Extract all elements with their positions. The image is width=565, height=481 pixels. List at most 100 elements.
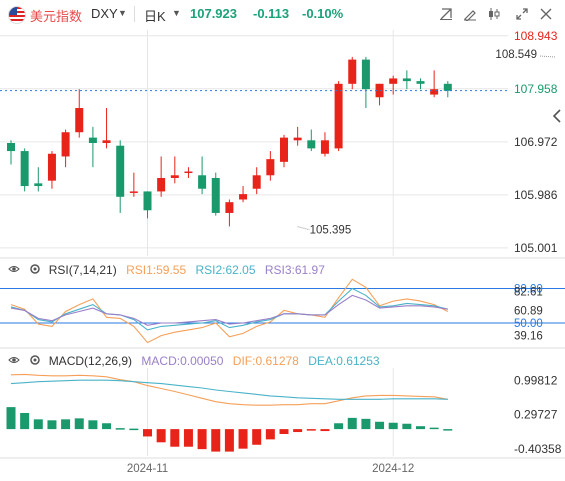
x-axis-label: 2024-12 xyxy=(372,463,414,475)
candle[interactable] xyxy=(170,175,179,178)
macd-bar xyxy=(6,407,16,430)
candle[interactable] xyxy=(129,191,138,193)
rsi2-label: RSI2:62.05 xyxy=(195,263,256,277)
dea-line xyxy=(10,379,448,400)
candle[interactable] xyxy=(334,83,343,149)
candle[interactable] xyxy=(225,202,234,213)
macd-bar xyxy=(416,426,425,430)
candle[interactable] xyxy=(34,183,43,187)
macd-bar xyxy=(347,417,357,430)
candle[interactable] xyxy=(211,177,220,213)
macd-bar xyxy=(429,427,439,430)
rsi1-label: RSI1:59.55 xyxy=(126,263,187,277)
candle[interactable] xyxy=(143,191,152,211)
candle[interactable] xyxy=(252,175,261,189)
candle[interactable] xyxy=(88,137,97,143)
candle[interactable] xyxy=(75,108,84,133)
macd-bar xyxy=(129,428,139,431)
rsi-axis-label: 39.16 xyxy=(514,330,543,342)
candle[interactable] xyxy=(47,153,56,181)
candle[interactable] xyxy=(430,89,439,95)
candle[interactable] xyxy=(102,140,111,143)
macd-legend: MACD(12,26,9) MACD:0.00050 DIF:0.61278 D… xyxy=(8,353,380,368)
candle[interactable] xyxy=(184,171,193,174)
macd-bar xyxy=(143,429,152,437)
dea-label: DEA:0.61253 xyxy=(308,354,380,368)
macd-bar xyxy=(224,429,234,452)
candle[interactable] xyxy=(402,78,411,82)
candle[interactable] xyxy=(20,151,29,187)
candle[interactable] xyxy=(348,59,357,84)
candle[interactable] xyxy=(198,175,207,189)
macd-bar xyxy=(102,423,112,430)
eye-icon[interactable] xyxy=(8,354,20,366)
candle[interactable] xyxy=(280,137,288,162)
macd-bar xyxy=(47,420,57,430)
macd-bar xyxy=(361,418,371,430)
candle[interactable] xyxy=(239,194,248,200)
candle[interactable] xyxy=(7,143,15,152)
candle[interactable] xyxy=(157,177,166,192)
macd-bar xyxy=(33,419,43,430)
low-annotation: 105.395 xyxy=(310,225,352,237)
rsi-title: RSI(7,14,21) xyxy=(48,263,117,277)
candle[interactable] xyxy=(61,132,70,157)
annotation-leader xyxy=(538,55,556,58)
gear-icon[interactable] xyxy=(29,354,41,366)
macd-bar xyxy=(252,429,262,445)
macd-label: MACD:0.00050 xyxy=(141,354,224,368)
macd-bar xyxy=(88,420,98,430)
y-axis-label: 105.986 xyxy=(514,188,558,202)
macd-bar xyxy=(293,429,303,433)
rsi-axis-label: 60.89 xyxy=(514,305,543,317)
candle[interactable] xyxy=(307,140,316,149)
chart-canvas[interactable]: 108.943 107.958 106.972 105.986 105.001 108.5… xyxy=(0,0,565,481)
candle[interactable] xyxy=(293,137,302,141)
rsi-axis-label: 82.61 xyxy=(514,286,543,298)
candle[interactable] xyxy=(416,81,425,84)
macd-bar xyxy=(265,429,275,440)
macd-bar xyxy=(334,423,344,430)
macd-bar xyxy=(156,429,166,443)
dif-line xyxy=(10,373,448,406)
collapse-left-icon[interactable] xyxy=(548,107,565,125)
candle[interactable] xyxy=(389,78,398,84)
macd-bar xyxy=(320,429,330,432)
macd-bar xyxy=(115,428,125,430)
macd-bar xyxy=(74,418,84,430)
annotation-leader xyxy=(297,226,310,231)
candle[interactable] xyxy=(320,140,329,154)
macd-bar xyxy=(20,412,30,430)
macd-bar xyxy=(443,429,453,431)
macd-bar xyxy=(306,429,316,431)
candle[interactable] xyxy=(266,159,275,176)
macd-title: MACD(12,26,9) xyxy=(48,354,133,368)
candle[interactable] xyxy=(443,83,452,91)
macd-bar xyxy=(279,429,289,434)
eye-icon[interactable] xyxy=(8,263,20,275)
macd-bar xyxy=(183,429,193,447)
y-axis-label: 108.943 xyxy=(514,29,558,43)
macd-bar xyxy=(375,421,385,430)
candle[interactable] xyxy=(116,145,125,197)
y-axis-label: 107.958 xyxy=(514,82,558,96)
rsi-axis-label: 50.00 xyxy=(514,318,543,330)
macd-bar xyxy=(388,422,398,430)
macd-bar xyxy=(197,429,207,450)
macd-bar xyxy=(402,423,412,430)
candle[interactable] xyxy=(361,59,370,90)
y-axis-label: 106.972 xyxy=(514,135,558,149)
rsi-legend: RSI(7,14,21) RSI1:59.55 RSI2:62.05 RSI3:… xyxy=(8,262,325,277)
dif-label: DIF:0.61278 xyxy=(232,354,299,368)
high-annotation: 108.549 xyxy=(495,49,537,61)
macd-bar xyxy=(211,429,221,452)
macd-axis-label: -0.40358 xyxy=(514,442,562,456)
macd-bar xyxy=(170,429,180,447)
y-axis-label: 105.001 xyxy=(514,241,558,255)
gear-icon[interactable] xyxy=(29,263,41,275)
rsi3-label: RSI3:61.97 xyxy=(264,263,325,277)
macd-axis-label: 0.99812 xyxy=(514,373,558,387)
x-axis-label: 2024-11 xyxy=(127,463,168,475)
macd-bar xyxy=(61,419,71,430)
macd-axis-label: 0.29727 xyxy=(514,408,558,422)
